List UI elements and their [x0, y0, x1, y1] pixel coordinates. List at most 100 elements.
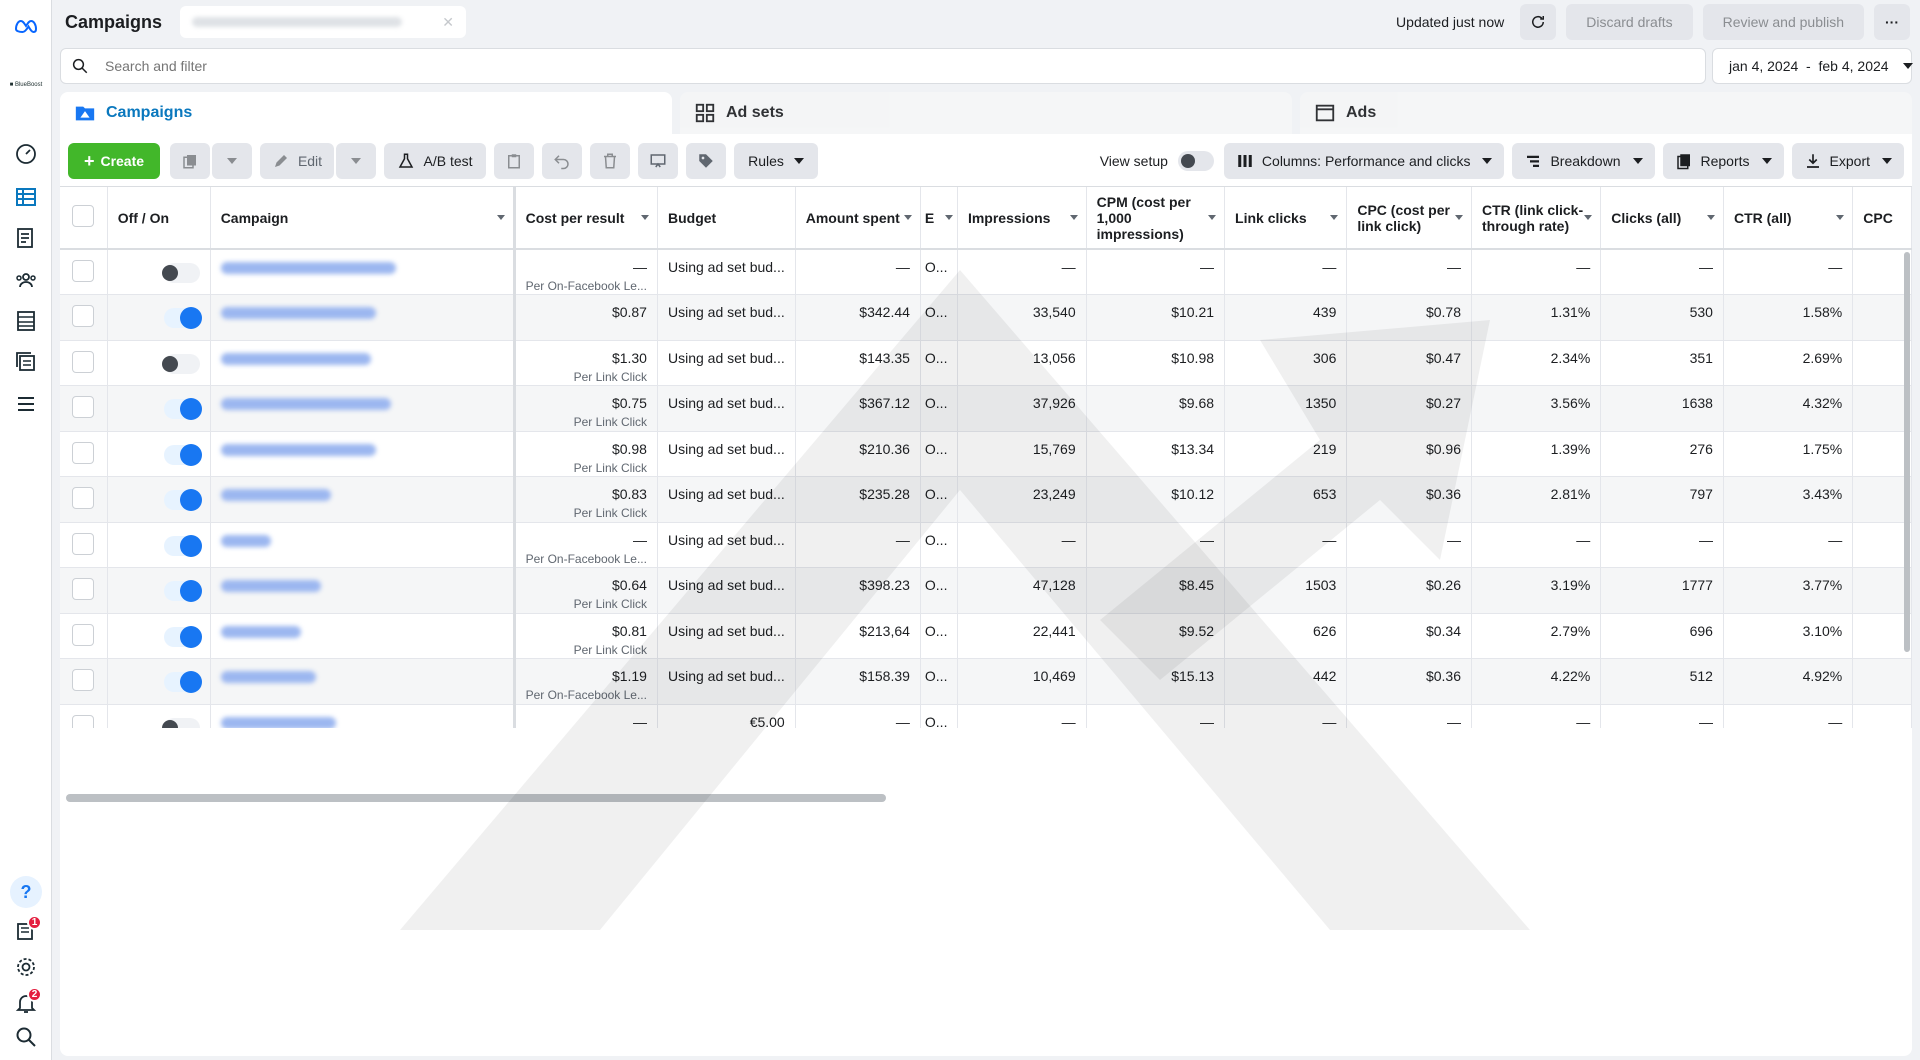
campaign-toggle[interactable] — [163, 398, 202, 420]
col-header-budget[interactable]: Budget — [657, 187, 796, 250]
col-header-ctr-link[interactable]: CTR (link click-through rate) — [1471, 187, 1602, 250]
search-input[interactable] — [105, 58, 1576, 74]
edit-button[interactable]: Edit — [260, 143, 334, 179]
table-row[interactable]: $1.19 Per On-Facebook Le... Using ad set b… — [60, 658, 1912, 705]
catalog-icon[interactable] — [10, 346, 42, 378]
table-row[interactable]: $0.75 Per Link Click Using ad set bud... $3… — [60, 385, 1912, 432]
preview-button[interactable] — [638, 143, 678, 179]
more-options-button[interactable]: ··· — [1874, 4, 1910, 40]
pages-notification-icon[interactable]: 1 — [10, 915, 42, 947]
duplicate-button[interactable] — [170, 143, 210, 179]
tab-ad-sets[interactable]: Ad sets — [680, 92, 1292, 134]
campaign-name-cell[interactable] — [210, 704, 516, 728]
campaign-name-redacted[interactable] — [220, 580, 321, 592]
refresh-button[interactable] — [1520, 4, 1557, 40]
row-checkbox[interactable] — [72, 305, 95, 327]
undo-button[interactable] — [542, 143, 582, 179]
campaign-name-cell[interactable] — [210, 431, 516, 477]
columns-button[interactable]: Columns: Performance and clicks — [1223, 143, 1505, 179]
search-bar[interactable] — [60, 48, 1706, 84]
table-row[interactable]: $0.64 Per Link Click Using ad set bud... $3… — [60, 567, 1912, 614]
row-checkbox[interactable] — [72, 396, 95, 418]
campaign-name-redacted[interactable] — [220, 352, 371, 365]
col-header-ends[interactable]: E — [920, 187, 958, 250]
overview-gauge-icon[interactable] — [10, 137, 42, 169]
delete-button[interactable] — [590, 143, 630, 179]
campaign-name-redacted[interactable] — [220, 398, 391, 410]
col-header-offon[interactable]: Off / On — [107, 187, 211, 250]
col-header-link-clicks[interactable]: Link clicks — [1224, 187, 1348, 250]
row-checkbox[interactable] — [72, 441, 95, 464]
ab-test-button[interactable]: A/B test — [384, 143, 486, 179]
col-header-cpc[interactable]: CPC — [1852, 187, 1912, 250]
review-publish-button[interactable]: Review and publish — [1702, 4, 1864, 40]
row-checkbox[interactable] — [72, 714, 95, 728]
account-logo-icon[interactable]: ■ BlueBoost — [8, 77, 44, 93]
col-header-campaign[interactable]: Campaign — [210, 187, 516, 250]
rules-button[interactable]: Rules — [734, 143, 818, 179]
campaign-name-redacted[interactable] — [220, 625, 301, 638]
col-header-amount-spent[interactable]: Amount spent — [795, 187, 921, 250]
campaign-toggle[interactable] — [163, 580, 202, 602]
table-row[interactable]: $1.30 Per Link Click Using ad set bud... $1… — [60, 340, 1912, 386]
duplicate-dropdown[interactable] — [212, 143, 252, 179]
table-row[interactable]: $0.87 Using ad set bud... $342.44 O... 33,54… — [60, 294, 1912, 341]
close-icon[interactable]: ✕ — [442, 14, 454, 31]
campaign-name-cell[interactable] — [210, 522, 516, 568]
col-header-cpm[interactable]: CPM (cost per 1,000 impressions) — [1086, 187, 1226, 250]
campaign-name-redacted[interactable] — [220, 489, 331, 501]
notifications-bell-icon[interactable]: 2 — [10, 987, 42, 1019]
campaign-name-redacted[interactable] — [220, 307, 376, 319]
campaign-name-cell[interactable] — [210, 385, 516, 432]
billing-icon[interactable] — [10, 305, 42, 337]
row-checkbox[interactable] — [72, 623, 95, 646]
row-checkbox[interactable] — [72, 532, 95, 555]
col-header-clicks-all[interactable]: Clicks (all) — [1600, 187, 1724, 250]
export-button[interactable]: Export — [1791, 143, 1904, 179]
campaign-toggle[interactable] — [163, 489, 202, 511]
campaign-name-cell[interactable] — [210, 567, 516, 614]
table-row[interactable]: $0.98 Per Link Click Using ad set bud... $2… — [60, 431, 1912, 477]
breakdown-button[interactable]: Breakdown — [1512, 143, 1655, 179]
campaign-name-cell[interactable] — [210, 340, 516, 386]
create-button[interactable]: + Create — [68, 143, 160, 179]
discard-drafts-button[interactable]: Discard drafts — [1566, 4, 1693, 40]
campaign-name-redacted[interactable] — [220, 534, 271, 547]
campaign-name-cell[interactable] — [210, 476, 516, 523]
campaign-name-redacted[interactable] — [220, 262, 396, 274]
campaign-toggle[interactable] — [163, 534, 202, 557]
horizontal-scrollbar[interactable] — [66, 794, 886, 802]
table-row[interactable]: — €5.00— O... — — — — — — — — [60, 704, 1912, 728]
table-row[interactable]: — Per On-Facebook Le... Using ad set bud..… — [60, 522, 1912, 568]
view-setup-toggle[interactable] — [1177, 151, 1214, 171]
table-row[interactable]: — Per On-Facebook Le... Using ad set bud..… — [60, 249, 1912, 295]
tab-ads[interactable]: Ads — [1300, 92, 1912, 134]
campaign-name-cell[interactable] — [210, 613, 516, 659]
campaign-toggle[interactable] — [163, 625, 202, 648]
campaign-name-redacted[interactable] — [220, 443, 376, 456]
search-rail-icon[interactable] — [10, 1021, 42, 1053]
row-checkbox[interactable] — [72, 260, 95, 282]
table-row[interactable]: $0.83 Per Link Click Using ad set bud... $2… — [60, 476, 1912, 523]
campaign-toggle[interactable] — [163, 671, 202, 693]
select-all-checkbox[interactable] — [72, 205, 95, 227]
campaign-toggle[interactable] — [163, 443, 202, 466]
row-checkbox[interactable] — [72, 487, 95, 509]
meta-logo-icon[interactable] — [10, 10, 42, 42]
reports-button[interactable]: Reports — [1662, 143, 1784, 179]
account-selector[interactable]: ✕ — [180, 6, 467, 38]
pages-icon[interactable] — [10, 222, 42, 254]
help-icon[interactable]: ? — [10, 876, 42, 908]
audiences-icon[interactable] — [10, 264, 42, 296]
campaign-name-cell[interactable] — [210, 658, 516, 705]
table-row[interactable]: $0.81 Per Link Click Using ad set bud... $2… — [60, 613, 1912, 659]
all-tools-menu-icon[interactable] — [10, 388, 42, 420]
settings-gear-icon[interactable] — [10, 951, 42, 983]
col-header-impressions[interactable]: Impressions — [957, 187, 1087, 250]
tag-button[interactable] — [686, 143, 726, 179]
tab-campaigns[interactable]: Campaigns — [60, 92, 672, 134]
campaign-name-redacted[interactable] — [220, 716, 336, 728]
date-range-picker[interactable]: jan 4, 2024 - feb 4, 2024 — [1712, 48, 1913, 84]
campaign-name-cell[interactable] — [210, 294, 516, 341]
vertical-scrollbar[interactable] — [1904, 252, 1910, 652]
